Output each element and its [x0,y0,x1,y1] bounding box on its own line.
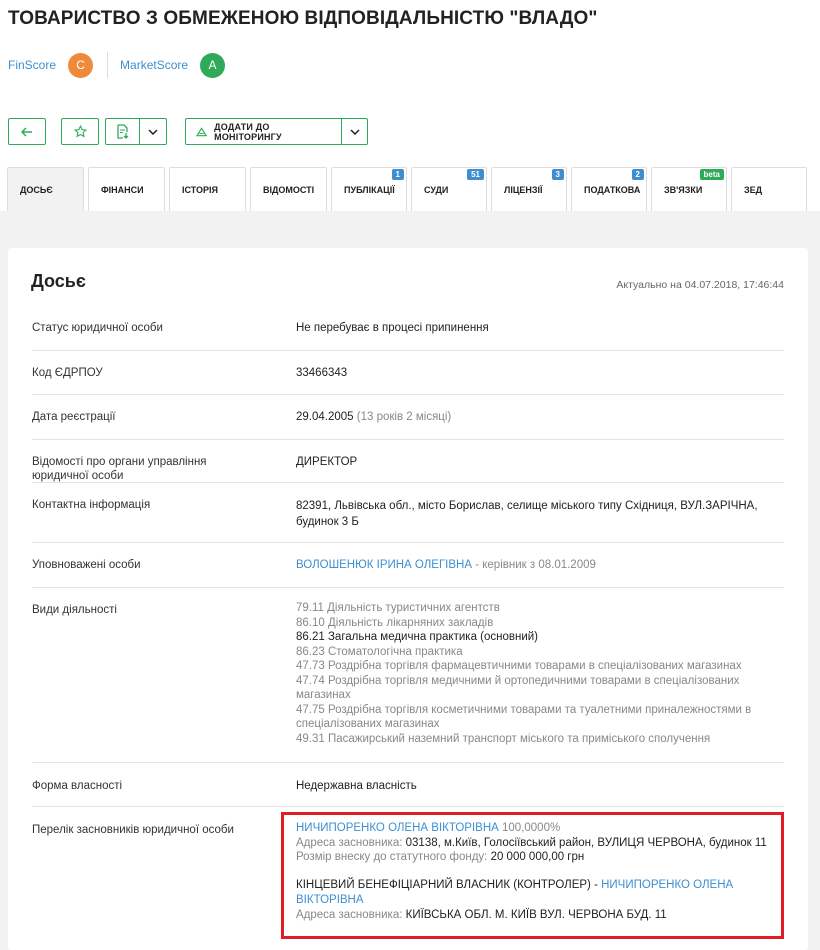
star-icon [73,125,87,138]
score-divider [107,52,109,78]
monitor-triangle-icon [196,126,208,136]
field-label: Види діяльності [32,604,117,616]
field-label: Уповноважені особи [32,559,141,571]
add-to-monitoring-button[interactable]: ДОДАТИ ДО МОНІТОРИНГУ [185,118,342,145]
activity-item: 86.10 Діяльність лікарняних закладів [296,616,494,629]
publications-count-badge: 1 [391,169,404,180]
tab-licenses[interactable]: ЛІЦЕНЗІЇ 3 [491,167,567,211]
activities-list: 79.11 Діяльність туристичних агентств 86… [296,601,766,746]
page-title: Досьє [31,271,86,291]
tax-count-badge: 2 [631,169,644,180]
company-title: ТОВАРИСТВО З ОБМЕЖЕНОЮ ВІДПОВІДАЛЬНІСТЮ … [8,8,598,29]
beta-badge: beta [699,169,724,180]
founder-entry: НИЧИПОРЕНКО ОЛЕНА ВІКТОРІВНА 100,0000% А… [296,821,776,865]
authorized-person-link[interactable]: ВОЛОШЕНЮК ІРИНА ОЛЕГІВНА [296,559,472,571]
tab-label: ЗВ'ЯЗКИ [664,184,703,195]
founder-address-label: Адреса засновника: [296,836,406,849]
founder-capital: 20 000 000,00 грн [490,851,585,863]
edrpou-value: 33466343 [296,367,348,379]
authorized-persons-value: ВОЛОШЕНЮК ІРИНА ОЛЕГІВНА - керівник з 08… [296,558,784,572]
row-contact: Контактна інформація 82391, Львівська об… [32,483,784,543]
tab-label: ПУБЛІКАЦІЇ [344,184,395,195]
activity-item: 47.74 Роздрібна торгівля медичними й орт… [296,674,740,702]
field-label: Форма власності [32,780,123,792]
row-management: Відомості про органи управління юридично… [32,440,784,483]
marketscore-badge[interactable]: A [200,52,226,78]
file-download-icon [117,124,129,139]
founder-link[interactable]: НИЧИПОРЕНКО ОЛЕНА ВІКТОРІВНА [296,822,499,834]
field-label: Контактна інформація [32,499,151,511]
tab-label: ПОДАТКОВА [584,184,641,195]
tab-label: ІСТОРІЯ [182,184,219,195]
activity-item: 49.31 Пасажирський наземний транспорт мі… [296,732,711,745]
row-authorized-persons: Уповноважені особи ВОЛОШЕНЮК ІРИНА ОЛЕГІ… [32,543,784,588]
monitoring-dropdown-button[interactable] [342,118,368,145]
row-activities: Види діяльності 79.11 Діяльність туристи… [32,588,784,763]
field-label: Дата реєстрації [32,411,116,423]
beneficiary-address-label: Адреса засновника: [296,909,406,921]
authorized-person-role: - керівник з 08.01.2009 [472,559,596,571]
founder-share: 100,0000% [498,822,561,834]
management-value: ДИРЕКТОР [296,456,358,468]
licenses-count-badge: 3 [551,169,564,180]
toolbar: ДОДАТИ ДО МОНІТОРИНГУ [8,118,368,145]
add-to-monitoring-label: ДОДАТИ ДО МОНІТОРИНГУ [214,121,282,142]
tab-courts[interactable]: СУДИ 51 [411,167,487,211]
tab-label: ДОСЬЄ [20,184,53,195]
row-edrpou: Код ЄДРПОУ 33466343 [32,351,784,395]
tab-label: ЗЕД [744,184,763,195]
row-registration-date: Дата реєстрації 29.04.2005 (13 років 2 м… [32,395,784,440]
activity-item: 86.23 Стоматологічна практика [296,645,463,658]
field-label: Перелік засновників юридичної особи [32,824,234,836]
legal-status-value: Не перебуває в процесі припинення [296,322,489,334]
back-button[interactable] [8,118,46,145]
chevron-down-icon [349,128,360,135]
field-label: Статус юридичної особи [32,322,163,334]
updated-timestamp: Актуально на 04.07.2018, 17:46:44 [616,279,784,291]
finscore-link[interactable]: FinScore [8,58,56,72]
registration-age: (13 років 2 місяці) [356,411,452,423]
founders-highlight-box: НИЧИПОРЕНКО ОЛЕНА ВІКТОРІВНА 100,0000% А… [281,812,784,939]
tab-label: СУДИ [424,184,449,195]
dossier-card: Досьє Актуально на 04.07.2018, 17:46:44 … [8,248,808,950]
tab-label: ФІНАНСИ [101,184,144,195]
ownership-value: Недержавна власність [296,780,417,792]
beneficiary-label: КІНЦЕВИЙ БЕНЕФІЦІАРНИЙ ВЛАСНИК (КОНТРОЛЕ… [296,879,602,891]
tab-finance[interactable]: ФІНАНСИ [88,167,165,211]
favorite-button[interactable] [61,118,99,145]
field-label: Відомості про органи управління юридично… [32,456,207,482]
activity-item-main: 86.21 Загальна медична практика (основни… [296,631,539,643]
score-bar: FinScore C MarketScore A [8,52,226,78]
field-label: Код ЄДРПОУ [32,367,103,379]
tab-bar: ДОСЬЄ ФІНАНСИ ІСТОРІЯ ВІДОМОСТІ ПУБЛІКАЦ… [7,167,807,211]
export-button[interactable] [105,118,140,145]
tab-records[interactable]: ВІДОМОСТІ [250,167,327,211]
marketscore-link[interactable]: MarketScore [120,58,188,72]
activity-item: 47.75 Роздрібна торгівля косметичними то… [296,703,752,731]
row-ownership: Форма власності Недержавна власність [32,763,784,807]
contact-value: 82391, Львівська обл., місто Борислав, с… [296,500,758,528]
tab-label: ЛІЦЕНЗІЇ [504,184,543,195]
activity-item: 47.73 Роздрібна торгівля фармацевтичними… [296,660,742,672]
founder-capital-label: Розмір внеску до статутного фонду: [296,851,491,863]
finscore-badge[interactable]: C [68,52,94,78]
beneficiary-address: КИЇВСЬКА ОБЛ. М. КИЇВ ВУЛ. ЧЕРВОНА БУД. … [405,909,667,921]
founder-address: 03138, м.Київ, Голосіївський район, ВУЛИ… [405,836,767,849]
tab-dossier[interactable]: ДОСЬЄ [7,167,84,211]
chevron-down-icon [148,128,158,135]
tab-label: ВІДОМОСТІ [263,184,315,195]
activity-item: 79.11 Діяльність туристичних агентств [296,602,500,614]
courts-count-badge: 51 [467,169,484,180]
tab-tax[interactable]: ПОДАТКОВА 2 [571,167,647,211]
beneficiary-entry: КІНЦЕВИЙ БЕНЕФІЦІАРНИЙ ВЛАСНИК (КОНТРОЛЕ… [296,878,736,923]
tab-history[interactable]: ІСТОРІЯ [169,167,246,211]
registration-date-value: 29.04.2005 (13 років 2 місяці) [296,410,784,424]
row-legal-status: Статус юридичної особи Не перебуває в пр… [32,306,784,351]
tab-connections[interactable]: ЗВ'ЯЗКИ beta [651,167,727,211]
tab-publications[interactable]: ПУБЛІКАЦІЇ 1 [331,167,407,211]
tab-foreign-trade[interactable]: ЗЕД [731,167,807,211]
export-dropdown-button[interactable] [140,118,167,145]
arrow-left-icon [21,126,32,137]
registration-date: 29.04.2005 [296,411,354,423]
